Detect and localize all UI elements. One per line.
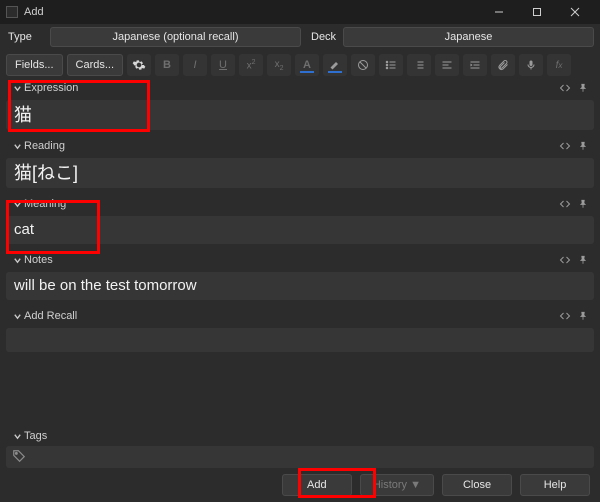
tags-header[interactable]: Tags [6,426,594,446]
tags-input[interactable] [6,446,594,468]
field-reading: Reading 猫[ねこ] [6,136,594,188]
chevron-down-icon [10,142,24,151]
field-input-meaning[interactable]: cat [6,216,594,244]
tags-block: Tags [6,426,594,468]
deck-label: Deck [309,31,343,43]
field-input-expression[interactable]: 猫 [6,100,594,130]
field-expression: Expression 猫 [6,78,594,130]
fields-panel: Expression 猫 Reading 猫[ねこ] Meaning cat [6,78,594,468]
chevron-down-icon [10,200,24,209]
field-header-notes[interactable]: Notes [6,250,594,270]
pin-icon[interactable] [574,80,592,96]
field-label: Add Recall [24,310,77,322]
field-header-meaning[interactable]: Meaning [6,194,594,214]
chevron-down-icon [10,84,24,93]
highlight-color-icon[interactable] [323,54,347,76]
bold-icon[interactable]: B [155,54,179,76]
history-button[interactable]: History ▼ [360,474,434,496]
superscript-icon[interactable]: x2 [239,54,263,76]
chevron-down-icon [10,432,24,441]
chevron-down-icon [10,256,24,265]
subscript-icon[interactable]: x2 [267,54,291,76]
mic-icon[interactable] [519,54,543,76]
html-toggle-icon[interactable] [556,80,574,96]
underline-icon[interactable]: U [211,54,235,76]
gear-icon[interactable] [127,54,151,76]
window-maximize-button[interactable] [518,0,556,24]
italic-icon[interactable]: I [183,54,207,76]
clear-format-icon[interactable] [351,54,375,76]
help-button[interactable]: Help [520,474,590,496]
text-color-icon[interactable]: A [295,54,319,76]
field-input-reading[interactable]: 猫[ねこ] [6,158,594,188]
field-header-reading[interactable]: Reading [6,136,594,156]
field-input-notes[interactable]: will be on the test tomorrow [6,272,594,300]
html-toggle-icon[interactable] [556,308,574,324]
deck-value: Japanese [445,31,493,43]
chevron-down-icon [10,312,24,321]
field-meaning: Meaning cat [6,194,594,244]
alignment-icon[interactable] [435,54,459,76]
field-label: Notes [24,254,53,266]
field-header-add-recall[interactable]: Add Recall [6,306,594,326]
fx-icon[interactable]: fx [547,54,571,76]
html-toggle-icon[interactable] [556,196,574,212]
field-notes: Notes will be on the test tomorrow [6,250,594,300]
pin-icon[interactable] [574,308,592,324]
deck-selector[interactable]: Japanese [343,27,594,47]
field-add-recall: Add Recall [6,306,594,352]
field-input-add-recall[interactable] [6,328,594,352]
editor-toolbar: Fields... Cards... B I U x2 x2 A fx [6,52,594,78]
ordered-list-icon[interactable] [407,54,431,76]
window-close-button[interactable] [556,0,594,24]
pin-icon[interactable] [574,252,592,268]
cards-button[interactable]: Cards... [67,54,124,76]
bottom-button-bar: Add History ▼ Close Help [0,468,600,502]
pin-icon[interactable] [574,196,592,212]
tags-label: Tags [24,430,47,442]
window-minimize-button[interactable] [480,0,518,24]
note-type-selector[interactable]: Japanese (optional recall) [50,27,301,47]
pin-icon[interactable] [574,138,592,154]
field-header-expression[interactable]: Expression [6,78,594,98]
window-titlebar: Add [0,0,600,24]
window-title: Add [24,6,44,18]
attachment-icon[interactable] [491,54,515,76]
add-button[interactable]: Add [282,474,352,496]
field-label: Expression [24,82,78,94]
field-label: Meaning [24,198,66,210]
indent-icon[interactable] [463,54,487,76]
note-type-value: Japanese (optional recall) [113,31,239,43]
html-toggle-icon[interactable] [556,252,574,268]
type-deck-row: Type Japanese (optional recall) Deck Jap… [6,26,594,48]
tag-icon [12,449,26,466]
app-icon [6,6,18,18]
fields-button[interactable]: Fields... [6,54,63,76]
html-toggle-icon[interactable] [556,138,574,154]
close-button[interactable]: Close [442,474,512,496]
field-label: Reading [24,140,65,152]
unordered-list-icon[interactable] [379,54,403,76]
note-type-label: Type [6,31,50,43]
